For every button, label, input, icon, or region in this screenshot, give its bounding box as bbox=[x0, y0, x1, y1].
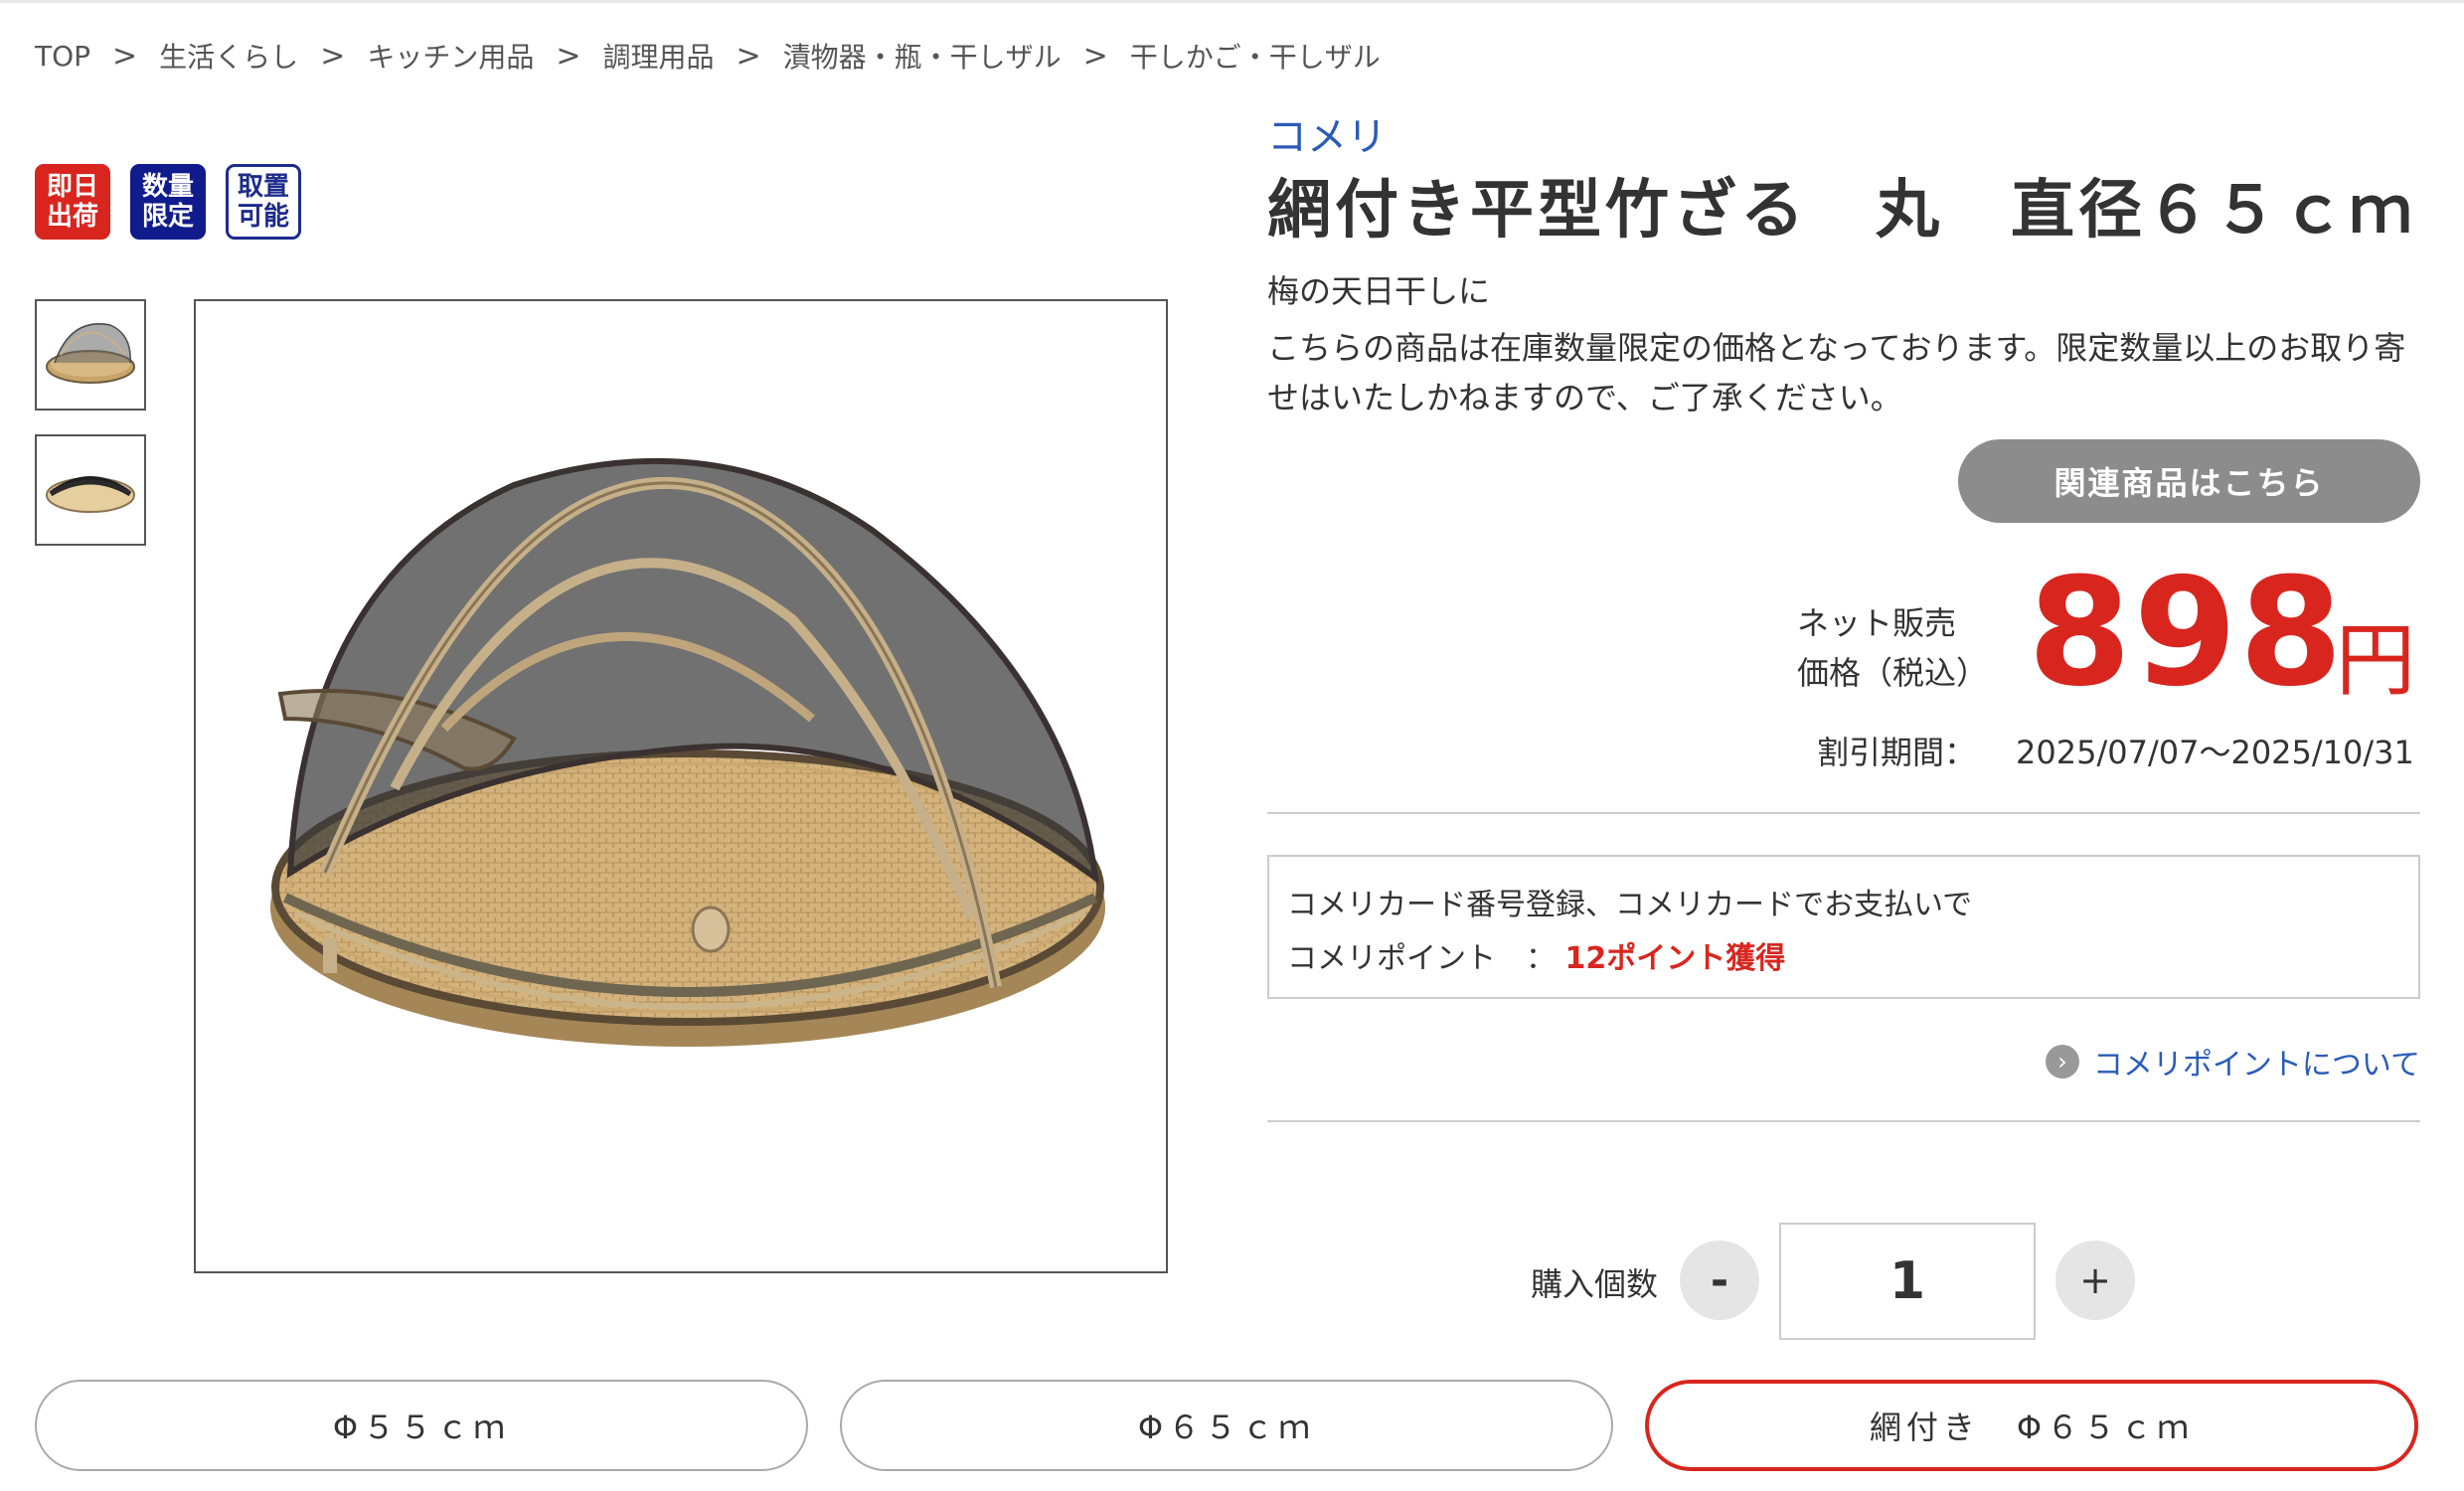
breadcrumb-separator: > bbox=[1082, 38, 1108, 74]
basket-with-net-image bbox=[46, 323, 135, 384]
product-badges: 即日 出荷 数量 限定 取置 可能 bbox=[35, 164, 301, 240]
discount-label: 割引期間： bbox=[1817, 734, 1977, 771]
product-title: 網付き平型竹ざる 丸 直径６５ｃｍ bbox=[1267, 174, 2416, 248]
price-label-line2: 価格（税込） bbox=[1797, 654, 1989, 692]
variant-net-65cm-button[interactable]: 網付き Φ６５ｃｍ bbox=[1645, 1380, 2418, 1471]
points-about-link[interactable]: › コメリポイントについて bbox=[2045, 1040, 2420, 1083]
limited-quantity-badge: 数量 限定 bbox=[130, 164, 206, 240]
breadcrumb-kitchen[interactable]: キッチン用品 bbox=[367, 36, 534, 76]
divider bbox=[1267, 1120, 2420, 1122]
discount-dates: 2025/07/07〜2025/10/31 bbox=[2016, 734, 2414, 771]
breadcrumb-cooking[interactable]: 調理用品 bbox=[602, 36, 714, 76]
breadcrumb-separator: > bbox=[320, 38, 346, 74]
points-info-box: コメリカード番号登録、コメリカードでお支払いで コメリポイント ： 12ポイント… bbox=[1267, 855, 2420, 999]
breadcrumb-separator: > bbox=[112, 38, 138, 74]
basket-with-net-image bbox=[46, 476, 135, 513]
variant-65cm-button[interactable]: Φ６５ｃｍ bbox=[840, 1380, 1613, 1471]
price-unit: 円 bbox=[2336, 614, 2415, 707]
badge-text: 取置 bbox=[237, 172, 289, 202]
quantity-decrease-button[interactable]: - bbox=[1680, 1241, 1759, 1320]
breadcrumb-separator: > bbox=[556, 38, 581, 74]
quantity-label: 購入個数 bbox=[1531, 1265, 1659, 1303]
main-product-image bbox=[194, 299, 1168, 1273]
price-label-line1: ネット販売 bbox=[1797, 604, 1957, 642]
variant-55cm-button[interactable]: Φ５５ｃｍ bbox=[35, 1380, 808, 1471]
price-label: ネット販売 価格（税込） bbox=[1797, 598, 1988, 698]
product-catchphrase: 梅の天日干しに bbox=[1267, 272, 1491, 310]
badge-text: 限定 bbox=[141, 202, 194, 232]
badge-text: 可能 bbox=[237, 202, 289, 232]
quantity-input[interactable] bbox=[1779, 1223, 2036, 1340]
discount-period: 割引期間： 2025/07/07〜2025/10/31 bbox=[1817, 728, 2414, 773]
breadcrumb-pickling[interactable]: 漬物器・瓶・干しザル bbox=[783, 36, 1062, 76]
top-border bbox=[0, 0, 2464, 3]
bamboo-basket-with-net-image bbox=[270, 457, 1105, 1047]
store-pickup-badge: 取置 可能 bbox=[226, 164, 301, 240]
breadcrumb-drying-baskets[interactable]: 干しかご・干しザル bbox=[1130, 36, 1381, 76]
breadcrumb-top[interactable]: TOP bbox=[35, 40, 90, 73]
badge-text: 数量 bbox=[141, 172, 194, 202]
brand-link[interactable]: コメリ bbox=[1267, 104, 1387, 162]
divider bbox=[1267, 812, 2420, 814]
breadcrumb-lifestyle[interactable]: 生活くらし bbox=[159, 36, 298, 76]
price-value: 898 bbox=[2028, 547, 2346, 720]
quantity-increase-button[interactable]: + bbox=[2055, 1241, 2135, 1320]
same-day-shipping-badge: 即日 出荷 bbox=[35, 164, 110, 240]
badge-text: 出荷 bbox=[46, 202, 98, 232]
points-label: コメリポイント ： bbox=[1287, 941, 1556, 976]
badge-text: 即日 bbox=[46, 172, 98, 202]
breadcrumb-separator: > bbox=[736, 38, 761, 74]
related-products-button[interactable]: 関連商品はこちら bbox=[1958, 439, 2420, 523]
points-about-label: コメリポイントについて bbox=[2092, 1048, 2420, 1082]
points-condition: コメリカード番号登録、コメリカードでお支払いで bbox=[1287, 888, 1973, 922]
thumbnail-1[interactable] bbox=[35, 299, 146, 411]
chevron-right-icon: › bbox=[2045, 1045, 2079, 1078]
points-row: コメリポイント ： 12ポイント獲得 bbox=[1287, 932, 2400, 986]
thumbnail-2[interactable] bbox=[35, 434, 146, 546]
limited-stock-notice: こちらの商品は在庫数量限定の価格となっております。限定数量以上のお取り寄せはいた… bbox=[1267, 329, 2406, 416]
points-value: 12ポイント獲得 bbox=[1564, 941, 1786, 976]
variant-selector: Φ５５ｃｍ Φ６５ｃｍ 網付き Φ６５ｃｍ bbox=[35, 1380, 2418, 1471]
breadcrumb: TOP > 生活くらし > キッチン用品 > 調理用品 > 漬物器・瓶・干しザル… bbox=[35, 36, 1381, 76]
